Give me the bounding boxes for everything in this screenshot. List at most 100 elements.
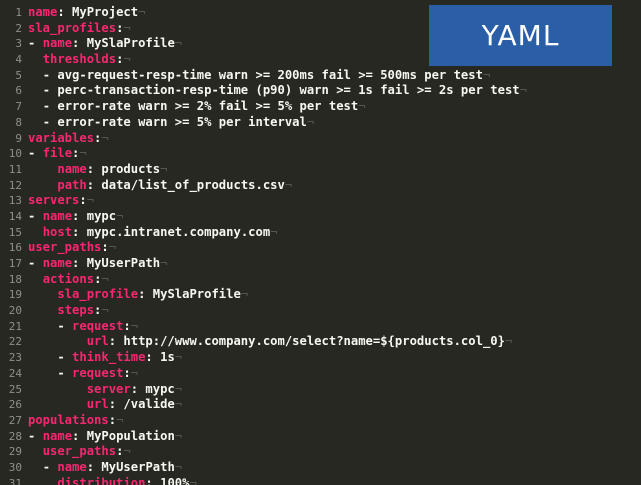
yaml-value: MyPopulation bbox=[86, 428, 175, 443]
code-line[interactable]: 26 url: /valide¬ bbox=[0, 397, 527, 413]
yaml-value: avg-request-resp-time warn >= 200ms fail… bbox=[57, 67, 483, 82]
code-line[interactable]: 21 - request:¬ bbox=[0, 319, 527, 335]
line-number: 3 bbox=[15, 37, 22, 51]
code-line[interactable]: 24 - request:¬ bbox=[0, 366, 527, 382]
list-dash: - bbox=[42, 67, 58, 82]
list-dash: - bbox=[28, 256, 43, 270]
yaml-key: request bbox=[72, 318, 124, 333]
yaml-key: thresholds bbox=[42, 52, 117, 67]
yaml-key: sla_profile bbox=[57, 287, 139, 302]
end-of-line-marker: ¬ bbox=[130, 365, 139, 380]
list-dash: - bbox=[28, 146, 43, 161]
code-line[interactable]: 13 servers:¬ bbox=[0, 193, 527, 209]
list-dash: - bbox=[57, 318, 73, 333]
yaml-value: 100% bbox=[160, 475, 190, 485]
line-number: 24 bbox=[8, 366, 22, 380]
code-line[interactable]: 23 - think_time: 1s¬ bbox=[0, 350, 527, 366]
yaml-value: /valide bbox=[123, 397, 175, 412]
yaml-value: mypc.intranet.company.com bbox=[86, 224, 271, 239]
yaml-key: name bbox=[42, 36, 73, 51]
end-of-line-marker: ¬ bbox=[123, 52, 131, 67]
yaml-key: name bbox=[57, 459, 87, 474]
key-colon: : bbox=[86, 161, 102, 176]
line-number: 19 bbox=[8, 288, 22, 302]
key-colon: : bbox=[108, 334, 124, 349]
yaml-value: mypc bbox=[86, 208, 117, 223]
code-line[interactable]: 6 - perc-transaction-resp-time (p90) war… bbox=[0, 83, 527, 99]
code-line[interactable]: 18 actions:¬ bbox=[0, 272, 527, 288]
end-of-line-marker: ¬ bbox=[101, 271, 109, 286]
code-line[interactable]: 29 user_paths:¬ bbox=[0, 444, 527, 460]
code-line[interactable]: 7 - error-rate warn >= 2% fail >= 5% per… bbox=[0, 99, 527, 115]
code-line[interactable]: 11 name: products¬ bbox=[0, 162, 527, 178]
end-of-line-marker: ¬ bbox=[123, 20, 131, 35]
code-line[interactable]: 27 populations:¬ bbox=[0, 413, 527, 429]
end-of-line-marker: ¬ bbox=[116, 208, 124, 223]
line-number: 18 bbox=[8, 272, 22, 286]
yaml-value: 1s bbox=[160, 350, 175, 365]
code-line[interactable]: 25 server: mypc¬ bbox=[0, 382, 527, 398]
line-number: 25 bbox=[8, 382, 22, 396]
code-line[interactable]: 15 host: mypc.intranet.company.com¬ bbox=[0, 225, 527, 241]
key-colon: : bbox=[138, 287, 153, 302]
code-line[interactable]: 14- name: mypc¬ bbox=[0, 209, 527, 225]
end-of-line-marker: ¬ bbox=[101, 303, 109, 318]
yaml-value: MyUserPath bbox=[86, 256, 161, 270]
line-number: 6 bbox=[15, 84, 22, 98]
yaml-key: user_paths bbox=[28, 240, 102, 255]
yaml-value: mypc bbox=[145, 381, 175, 396]
line-number: 2 bbox=[15, 21, 22, 35]
code-line[interactable]: 28- name: MyPopulation¬ bbox=[0, 429, 527, 445]
list-dash: - bbox=[42, 459, 58, 474]
line-number: 16 bbox=[8, 241, 22, 255]
code-line[interactable]: 17- name: MyUserPath¬ bbox=[0, 256, 527, 272]
language-badge-label: YAML bbox=[481, 19, 560, 52]
yaml-value: error-rate warn >= 5% per interval bbox=[57, 114, 307, 129]
end-of-line-marker: ¬ bbox=[116, 412, 124, 427]
code-line[interactable]: 5 - avg-request-resp-time warn >= 200ms … bbox=[0, 68, 527, 84]
line-number: 30 bbox=[8, 460, 22, 474]
yaml-key: url bbox=[86, 397, 109, 412]
list-dash: - bbox=[42, 114, 58, 129]
code-line[interactable]: 10- file:¬ bbox=[0, 146, 527, 162]
yaml-value: error-rate warn >= 2% fail >= 5% per tes… bbox=[57, 99, 359, 114]
code-line[interactable]: 22 url: http://www.company.com/select?na… bbox=[0, 334, 527, 350]
code-line[interactable]: 16 user_paths:¬ bbox=[0, 240, 527, 256]
key-colon: : bbox=[145, 350, 161, 365]
code-editor[interactable]: 1 name: MyProject¬ 2 sla_profiles:¬ 3- name:… bbox=[0, 0, 641, 485]
line-number: 23 bbox=[8, 351, 22, 365]
yaml-key: variables bbox=[28, 130, 95, 145]
yaml-value: products bbox=[101, 161, 161, 176]
code-lines: 1 name: MyProject¬ 2 sla_profiles:¬ 3- name:… bbox=[0, 5, 527, 485]
code-line[interactable]: 9 variables:¬ bbox=[0, 131, 527, 147]
end-of-line-marker: ¬ bbox=[174, 36, 183, 51]
key-colon: : bbox=[72, 36, 87, 51]
code-line[interactable]: 12 path: data/list_of_products.csv¬ bbox=[0, 178, 527, 194]
line-number: 13 bbox=[8, 194, 22, 208]
code-line[interactable]: 19 sla_profile: MySlaProfile¬ bbox=[0, 287, 527, 303]
line-number: 31 bbox=[8, 476, 22, 485]
code-line[interactable]: 8 - error-rate warn >= 5% per interval¬ bbox=[0, 115, 527, 131]
line-number: 7 bbox=[15, 100, 22, 114]
key-colon: : bbox=[123, 318, 131, 333]
yaml-key: file bbox=[42, 146, 73, 161]
code-line[interactable]: 20 steps:¬ bbox=[0, 303, 527, 319]
yaml-value: data/list_of_products.csv bbox=[101, 177, 285, 192]
end-of-line-marker: ¬ bbox=[306, 114, 315, 129]
yaml-key: actions bbox=[42, 271, 95, 286]
yaml-value: perc-transaction-resp-time (p90) warn >=… bbox=[57, 83, 520, 98]
code-line[interactable]: 31 distribution: 100%¬ bbox=[0, 476, 527, 485]
code-line[interactable]: 30 - name: MyUserPath¬ bbox=[0, 460, 527, 476]
line-number: 5 bbox=[15, 68, 22, 82]
